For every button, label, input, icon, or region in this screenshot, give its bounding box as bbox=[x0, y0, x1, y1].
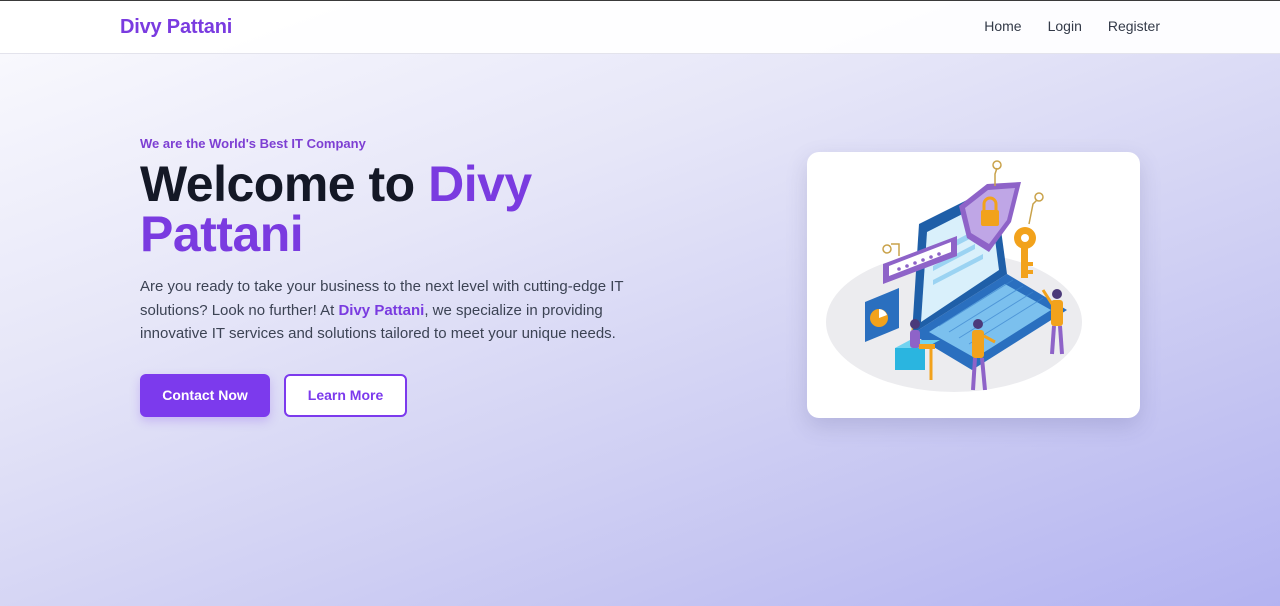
headline-prefix: Welcome to bbox=[140, 156, 429, 212]
seat-block bbox=[895, 348, 925, 370]
padlock-icon bbox=[981, 210, 999, 226]
nav-home-link[interactable]: Home bbox=[984, 18, 1021, 34]
hero-headline: Welcome to Divy Pattani bbox=[140, 159, 640, 259]
it-security-illustration bbox=[826, 160, 1082, 392]
hero-description: Are you ready to take your business to t… bbox=[140, 275, 630, 346]
hero-illustration-card bbox=[807, 152, 1140, 418]
hero-text: We are the World's Best IT Company Welco… bbox=[140, 136, 640, 417]
nav-login-link[interactable]: Login bbox=[1048, 18, 1082, 34]
person-figure bbox=[973, 319, 983, 329]
contact-now-button[interactable]: Contact Now bbox=[140, 373, 270, 417]
description-brand: Divy Pattani bbox=[338, 301, 425, 319]
person-figure-right bbox=[1052, 289, 1062, 299]
hero-tagline: We are the World's Best IT Company bbox=[140, 136, 366, 151]
brand-logo[interactable]: Divy Pattani bbox=[120, 16, 232, 39]
hero-buttons: Contact Now Learn More bbox=[140, 373, 640, 417]
learn-more-button[interactable]: Learn More bbox=[284, 373, 407, 417]
main-nav: Home Login Register bbox=[984, 18, 1160, 34]
nav-register-link[interactable]: Register bbox=[1108, 18, 1160, 34]
top-navbar: Divy Pattani Home Login Register bbox=[0, 0, 1280, 54]
